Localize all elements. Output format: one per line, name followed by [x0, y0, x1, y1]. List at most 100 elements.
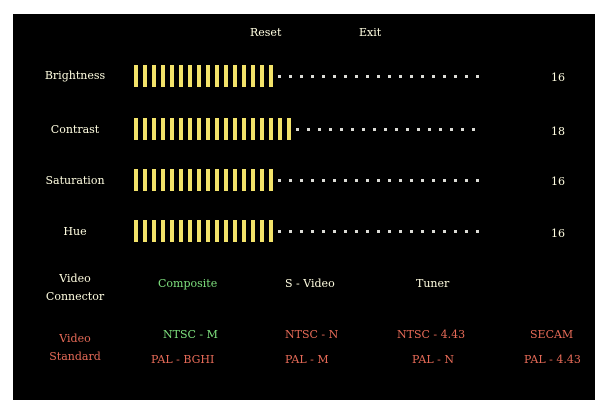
slider-empty-dot: [311, 229, 314, 233]
slider-empty-dot: [388, 178, 391, 182]
slider-filled-segment: [260, 220, 264, 242]
slider-empty-dot: [355, 74, 358, 78]
slider-filled-segment: [197, 220, 201, 242]
slider-empty-dot: [340, 127, 343, 131]
slider-filled-segment: [260, 169, 264, 191]
slider-filled-segment: [215, 118, 219, 140]
slider-empty-dot: [432, 74, 435, 78]
slider-empty-dot: [377, 178, 380, 182]
standard-option-ntsc-m[interactable]: NTSC - M: [163, 328, 218, 342]
exit-button[interactable]: Exit: [359, 26, 381, 40]
osd-panel: Reset Exit Brightness 16 Contrast 18 Sat…: [13, 14, 595, 400]
slider-empty-dot: [461, 127, 464, 131]
slider-filled-segment: [179, 220, 183, 242]
slider-filled-segment: [143, 220, 147, 242]
standard-option-pal-m[interactable]: PAL - M: [285, 353, 329, 367]
slider-empty-dot: [454, 74, 457, 78]
standard-option-ntsc-443[interactable]: NTSC - 4.43: [397, 328, 465, 342]
slider-filled-segment: [251, 118, 255, 140]
connector-option-tuner[interactable]: Tuner: [416, 277, 449, 291]
slider-filled-segment: [287, 118, 291, 140]
brightness-value: 16: [551, 71, 565, 84]
slider-empty-dot: [300, 178, 303, 182]
slider-empty-dot: [432, 229, 435, 233]
slider-empty-dot: [377, 74, 380, 78]
slider-empty-dot: [333, 178, 336, 182]
slider-filled-segment: [170, 65, 174, 87]
slider-empty-dot: [344, 229, 347, 233]
slider-filled-segment: [269, 220, 273, 242]
standard-option-pal-n[interactable]: PAL - N: [412, 353, 454, 367]
slider-filled-segment: [242, 65, 246, 87]
slider-filled-segment: [188, 220, 192, 242]
video-connector-label-line1: Video: [59, 272, 91, 285]
slider-empty-dot: [300, 74, 303, 78]
slider-filled-segment: [161, 169, 165, 191]
slider-empty-dot: [406, 127, 409, 131]
slider-empty-dot: [333, 74, 336, 78]
slider-empty-dot: [454, 178, 457, 182]
slider-filled-segment: [152, 118, 156, 140]
slider-empty-dot: [362, 127, 365, 131]
slider-empty-dot: [410, 74, 413, 78]
slider-filled-segment: [224, 65, 228, 87]
connector-option-s-video[interactable]: S - Video: [285, 277, 335, 291]
saturation-label: Saturation: [45, 174, 105, 187]
connector-option-composite[interactable]: Composite: [158, 277, 217, 291]
slider-empty-dot: [296, 127, 299, 131]
standard-option-secam[interactable]: SECAM: [530, 328, 573, 342]
slider-filled-segment: [206, 118, 210, 140]
slider-filled-segment: [224, 118, 228, 140]
slider-empty-dot: [388, 229, 391, 233]
standard-option-ntsc-n[interactable]: NTSC - N: [285, 328, 338, 342]
reset-button[interactable]: Reset: [250, 26, 281, 40]
brightness-slider[interactable]: [134, 65, 487, 87]
hue-slider[interactable]: [134, 220, 487, 242]
slider-filled-segment: [179, 65, 183, 87]
slider-empty-dot: [421, 229, 424, 233]
slider-empty-dot: [472, 127, 475, 131]
slider-empty-dot: [421, 178, 424, 182]
slider-empty-dot: [410, 229, 413, 233]
slider-empty-dot: [399, 178, 402, 182]
saturation-slider[interactable]: [134, 169, 487, 191]
slider-filled-segment: [197, 169, 201, 191]
slider-filled-segment: [170, 118, 174, 140]
slider-filled-segment: [233, 118, 237, 140]
slider-filled-segment: [251, 220, 255, 242]
slider-filled-segment: [143, 65, 147, 87]
slider-filled-segment: [152, 169, 156, 191]
slider-empty-dot: [300, 229, 303, 233]
slider-empty-dot: [322, 178, 325, 182]
slider-filled-segment: [269, 65, 273, 87]
slider-empty-dot: [322, 74, 325, 78]
slider-filled-segment: [233, 169, 237, 191]
slider-filled-segment: [188, 169, 192, 191]
slider-filled-segment: [170, 169, 174, 191]
slider-filled-segment: [269, 118, 273, 140]
slider-filled-segment: [152, 65, 156, 87]
slider-filled-segment: [242, 220, 246, 242]
slider-empty-dot: [355, 229, 358, 233]
contrast-slider[interactable]: [134, 118, 483, 140]
slider-filled-segment: [161, 220, 165, 242]
slider-filled-segment: [188, 118, 192, 140]
slider-filled-segment: [197, 65, 201, 87]
slider-empty-dot: [428, 127, 431, 131]
slider-filled-segment: [233, 220, 237, 242]
slider-empty-dot: [344, 74, 347, 78]
slider-empty-dot: [289, 229, 292, 233]
slider-empty-dot: [465, 229, 468, 233]
slider-empty-dot: [399, 74, 402, 78]
slider-empty-dot: [388, 74, 391, 78]
slider-filled-segment: [224, 169, 228, 191]
slider-empty-dot: [329, 127, 332, 131]
standard-option-pal-bghi[interactable]: PAL - BGHI: [151, 353, 214, 367]
slider-filled-segment: [260, 118, 264, 140]
slider-empty-dot: [377, 229, 380, 233]
slider-empty-dot: [454, 229, 457, 233]
slider-filled-segment: [134, 65, 138, 87]
slider-filled-segment: [242, 169, 246, 191]
slider-empty-dot: [366, 178, 369, 182]
standard-option-pal-443[interactable]: PAL - 4.43: [524, 353, 581, 367]
